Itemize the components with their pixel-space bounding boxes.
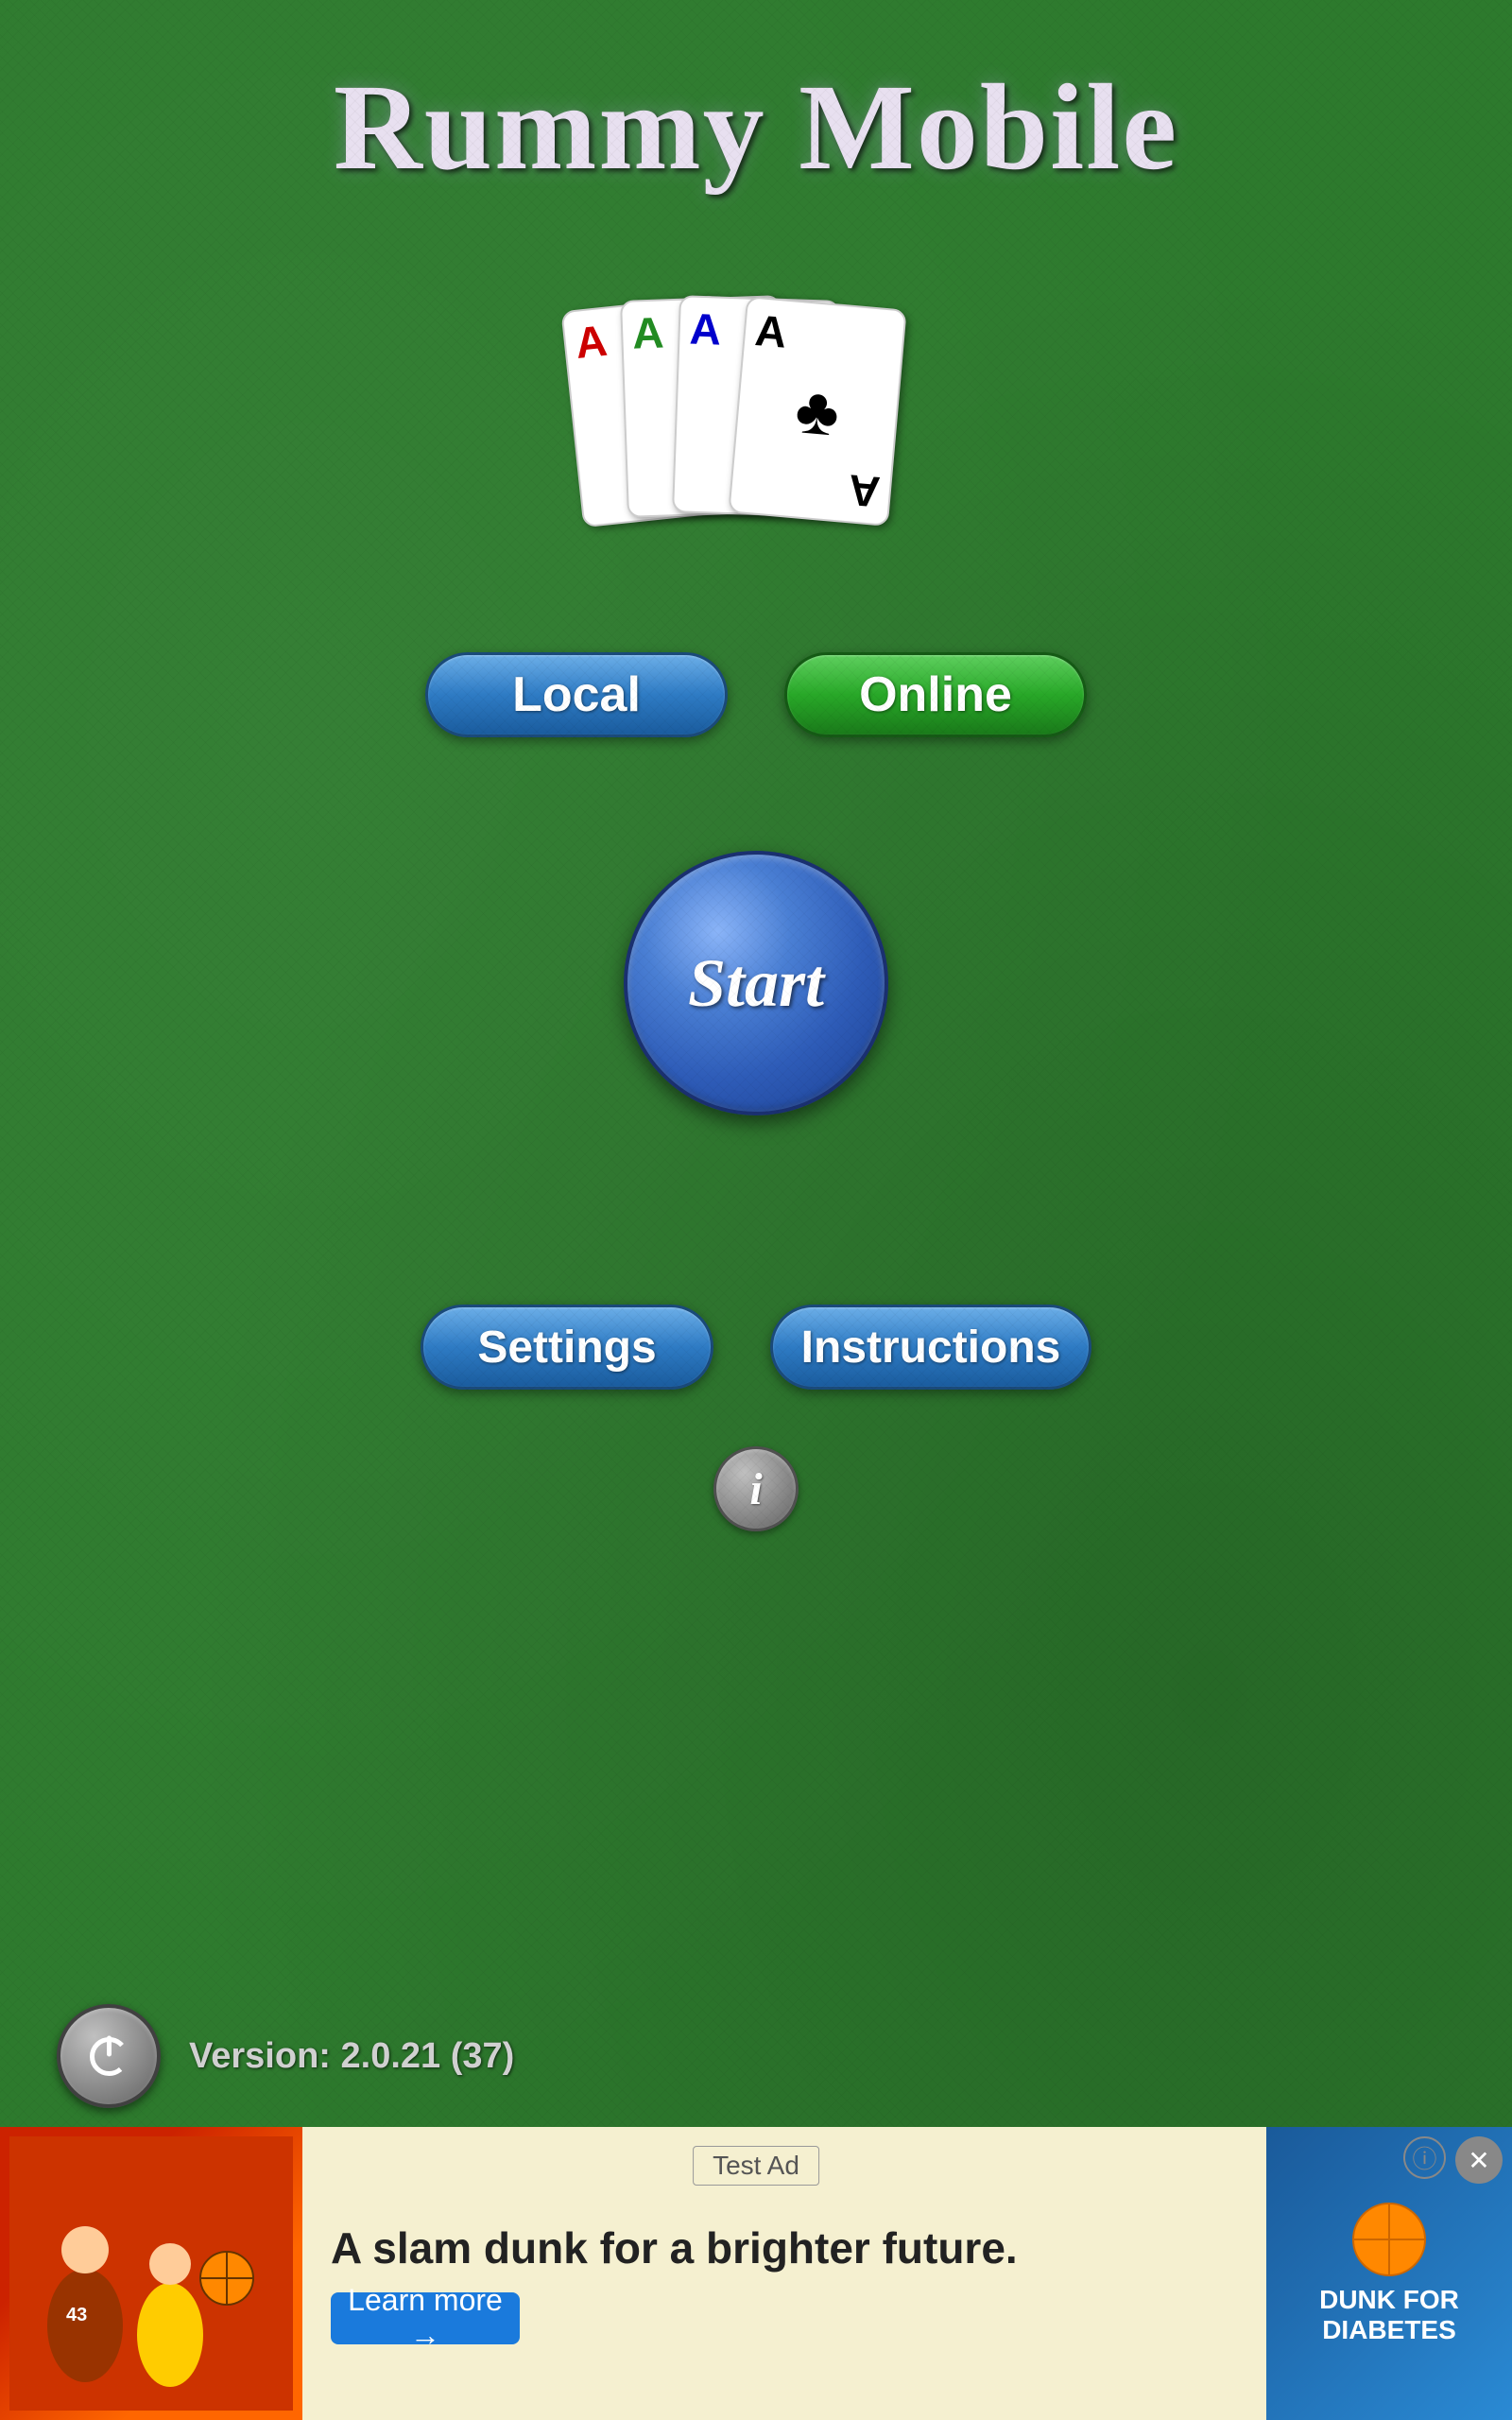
power-button[interactable] (57, 2004, 161, 2108)
bottom-bar: Version: 2.0.21 (37) (0, 2004, 1512, 2108)
start-area: Start (0, 851, 1512, 1115)
local-button[interactable]: Local (425, 652, 728, 737)
start-button[interactable]: Start (624, 851, 888, 1115)
card-rank-bottom: A (847, 468, 882, 514)
svg-text:43: 43 (66, 2305, 87, 2325)
app-title: Rummy Mobile (0, 0, 1512, 199)
ad-content: Test Ad A slam dunk for a brighter futur… (302, 2127, 1266, 2420)
instructions-button[interactable]: Instructions (770, 1305, 1091, 1390)
power-icon (83, 2031, 135, 2083)
card-suit-center: ♣ (746, 372, 889, 450)
ad-image: 43 (0, 2127, 302, 2420)
ad-learn-more-button[interactable]: Learn more → (331, 2292, 520, 2344)
card-rank-top: A (753, 308, 894, 364)
bottom-buttons: Settings Instructions (0, 1305, 1512, 1390)
ad-banner: 43 Test Ad A slam dunk for a brighter fu… (0, 2127, 1512, 2420)
cards-stack: A ♥ A A ♣ A A ♦ A A ♣ A (572, 293, 940, 529)
mode-buttons: Local Online (0, 652, 1512, 737)
ad-test-label: Test Ad (693, 2146, 819, 2186)
info-icon-label: i (749, 1463, 762, 1515)
ad-logo-icon (1351, 2202, 1427, 2277)
info-icon-button[interactable]: i (713, 1446, 799, 1531)
card-clubs: A ♣ A (728, 296, 906, 527)
ad-info-button[interactable]: ⓘ (1403, 2136, 1446, 2179)
ad-close-button[interactable]: ✕ (1455, 2136, 1503, 2184)
ad-headline: A slam dunk for a brighter future. (331, 2222, 1238, 2273)
info-icon-area: i (0, 1446, 1512, 1531)
cards-display: A ♥ A A ♣ A A ♦ A A ♣ A (0, 293, 1512, 529)
ad-photo: 43 (9, 2136, 293, 2411)
online-button[interactable]: Online (784, 652, 1087, 737)
version-text: Version: 2.0.21 (37) (189, 2036, 514, 2077)
ad-logo-text: DUNK FORDIABETES (1319, 2285, 1459, 2345)
settings-button[interactable]: Settings (421, 1305, 713, 1390)
